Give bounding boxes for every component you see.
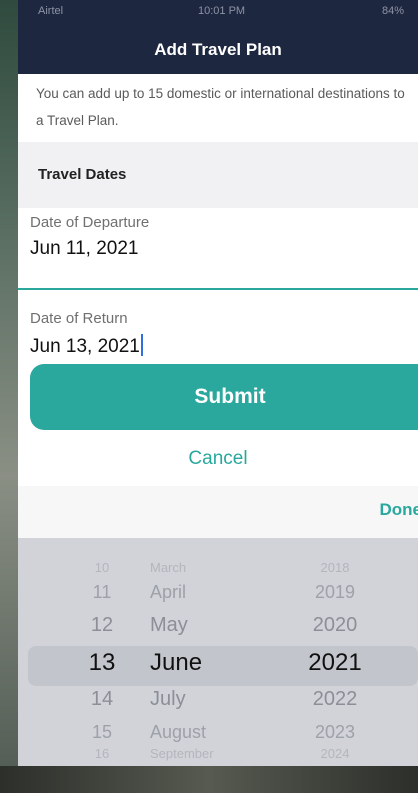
page-title: Add Travel Plan (154, 40, 282, 59)
picker-year[interactable]: 2019 (300, 582, 370, 603)
picker-year[interactable]: 2024 (300, 746, 370, 761)
text-cursor (140, 334, 143, 356)
picker-day[interactable]: 12 (82, 614, 122, 637)
picker-month[interactable]: September (150, 746, 270, 761)
return-value-wrap[interactable]: Jun 13, 2021 (30, 334, 143, 358)
picker-day[interactable]: 11 (82, 582, 122, 603)
picker-day[interactable]: 14 (82, 688, 122, 711)
section-header: Travel Dates (18, 142, 418, 208)
picker-row[interactable]: 12 May 2020 (18, 614, 418, 644)
return-label: Date of Return (30, 310, 128, 327)
picker-month[interactable]: March (150, 560, 270, 575)
return-value[interactable]: Jun 13, 2021 (30, 336, 140, 357)
done-button[interactable]: Done (380, 500, 418, 520)
picker-day[interactable]: 16 (82, 746, 122, 761)
picker-day[interactable]: 15 (82, 722, 122, 743)
intro-text: You can add up to 15 domestic or interna… (36, 86, 405, 128)
picker-year[interactable]: 2022 (300, 688, 370, 711)
carrier-label: Airtel (38, 5, 64, 17)
phone-screen: Airtel 10:01 PM 84% Add Travel Plan You … (18, 0, 418, 766)
status-bar: Airtel 10:01 PM 84% (18, 0, 418, 22)
picker-month-selected[interactable]: June (150, 649, 270, 677)
submit-button[interactable]: Submit (30, 364, 418, 430)
date-picker[interactable]: 10 March 2018 11 April 2019 12 May 2020 … (18, 538, 418, 766)
status-time: 10:01 PM (198, 5, 246, 17)
picker-day[interactable]: 10 (82, 560, 122, 575)
section-title: Travel Dates (38, 166, 127, 183)
departure-date-field[interactable]: Date of Departure Jun 11, 2021 (18, 208, 418, 290)
departure-label: Date of Departure (30, 214, 150, 231)
picker-toolbar: Done (18, 486, 418, 539)
return-date-field[interactable]: Date of Return Jun 13, 2021 (18, 290, 418, 362)
picker-year[interactable]: 2018 (300, 560, 370, 575)
picker-month[interactable]: August (150, 722, 270, 743)
picker-month[interactable]: July (150, 688, 270, 711)
picker-month[interactable]: April (150, 582, 270, 603)
picker-month[interactable]: May (150, 614, 270, 637)
picker-row[interactable]: 11 April 2019 (18, 582, 418, 612)
nav-bar: Add Travel Plan (18, 22, 418, 74)
picker-year[interactable]: 2020 (300, 614, 370, 637)
picker-row[interactable]: 16 September 2024 (18, 746, 418, 766)
cancel-button[interactable]: Cancel (18, 448, 418, 470)
intro-panel: You can add up to 15 domestic or interna… (18, 74, 418, 142)
action-area: Submit Cancel (18, 362, 418, 486)
picker-row-selected[interactable]: 13 June 2021 (18, 649, 418, 679)
battery-label: 84% (381, 5, 404, 17)
picker-year[interactable]: 2023 (300, 722, 370, 743)
departure-value[interactable]: Jun 11, 2021 (30, 238, 138, 260)
picker-day-selected[interactable]: 13 (82, 649, 122, 677)
picker-year-selected[interactable]: 2021 (300, 649, 370, 677)
picker-row[interactable]: 14 July 2022 (18, 688, 418, 718)
background-bottom (0, 766, 418, 793)
